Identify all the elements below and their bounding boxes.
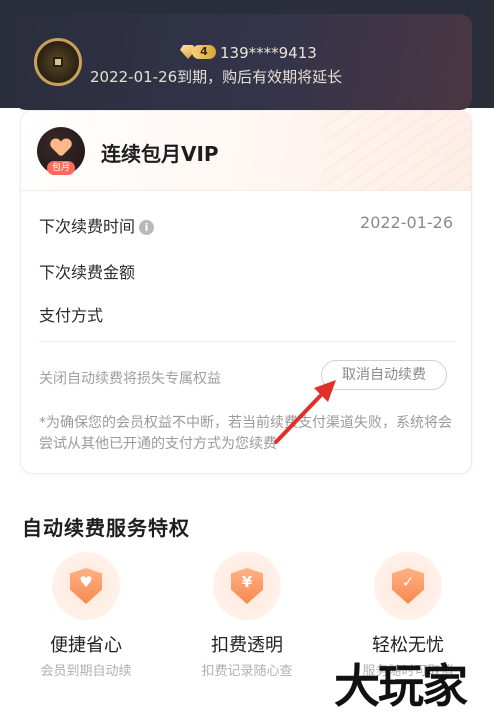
package-tag: 包月 [47, 161, 75, 175]
yen-glyph: ¥ [241, 573, 253, 591]
privilege-title: 扣费透明 [211, 635, 283, 656]
privilege-item: ¥ 扣费透明 扣费记录随心查 [177, 552, 317, 692]
privilege-icon-circle: ♥ [52, 552, 120, 620]
phone-number: 139****9413 [220, 44, 317, 62]
privilege-subtitle: 扣费记录随心查 [201, 664, 293, 679]
package-title: 连续包月VIP [101, 142, 219, 166]
expiry-text: 2022-01-26到期，购后有效期将延长 [90, 68, 343, 86]
privilege-subtitle: 会员到期自动续 [40, 664, 132, 679]
level-badge: 4 [180, 44, 216, 60]
privilege-title: 便捷省心 [50, 635, 122, 656]
divider [39, 341, 455, 342]
watermark-logo: 大玩家 [334, 659, 468, 713]
monthly-package-icon: 包月 [37, 127, 85, 175]
next-renew-time-row: 下次续费时间 i [39, 213, 155, 237]
level-number: 4 [192, 45, 216, 59]
privilege-item: ♥ 便捷省心 会员到期自动续 [16, 552, 156, 692]
vip-account-card: 4 139****9413 2022-01-26到期，购后有效期将延长 [14, 14, 472, 110]
heart-icon [51, 139, 71, 157]
avatar[interactable] [34, 38, 82, 86]
next-renew-time-label: 下次续费时间 [39, 217, 136, 236]
privilege-icon-circle: ¥ [213, 552, 281, 620]
header-decoration [323, 111, 471, 191]
renewal-panel: 包月 连续包月VIP 下次续费时间 i 2022-01-26 下次续费金额 支付方… [20, 110, 472, 474]
privileges-title: 自动续费服务特权 [22, 516, 190, 540]
check-glyph: ✓ [401, 573, 415, 591]
coin-hole-icon [53, 57, 63, 67]
payment-method-label: 支付方式 [39, 306, 104, 325]
next-renew-amount-label: 下次续费金额 [39, 263, 136, 282]
info-icon[interactable]: i [139, 220, 155, 235]
renewal-notice: *为确保您的会员权益不中断，若当前续费支付渠道失败，系统将会尝试从其他已开通的支… [39, 415, 452, 452]
red-arrow-annotation [274, 380, 336, 444]
loss-warning-text: 关闭自动续费将损失专属权益 [39, 371, 221, 387]
privilege-icon-circle: ✓ [374, 552, 442, 620]
package-header: 包月 连续包月VIP [21, 111, 471, 191]
heart-glyph: ♥ [79, 573, 93, 591]
next-renew-time-value: 2022-01-26 [360, 213, 453, 232]
arrow-shaft [274, 390, 326, 444]
